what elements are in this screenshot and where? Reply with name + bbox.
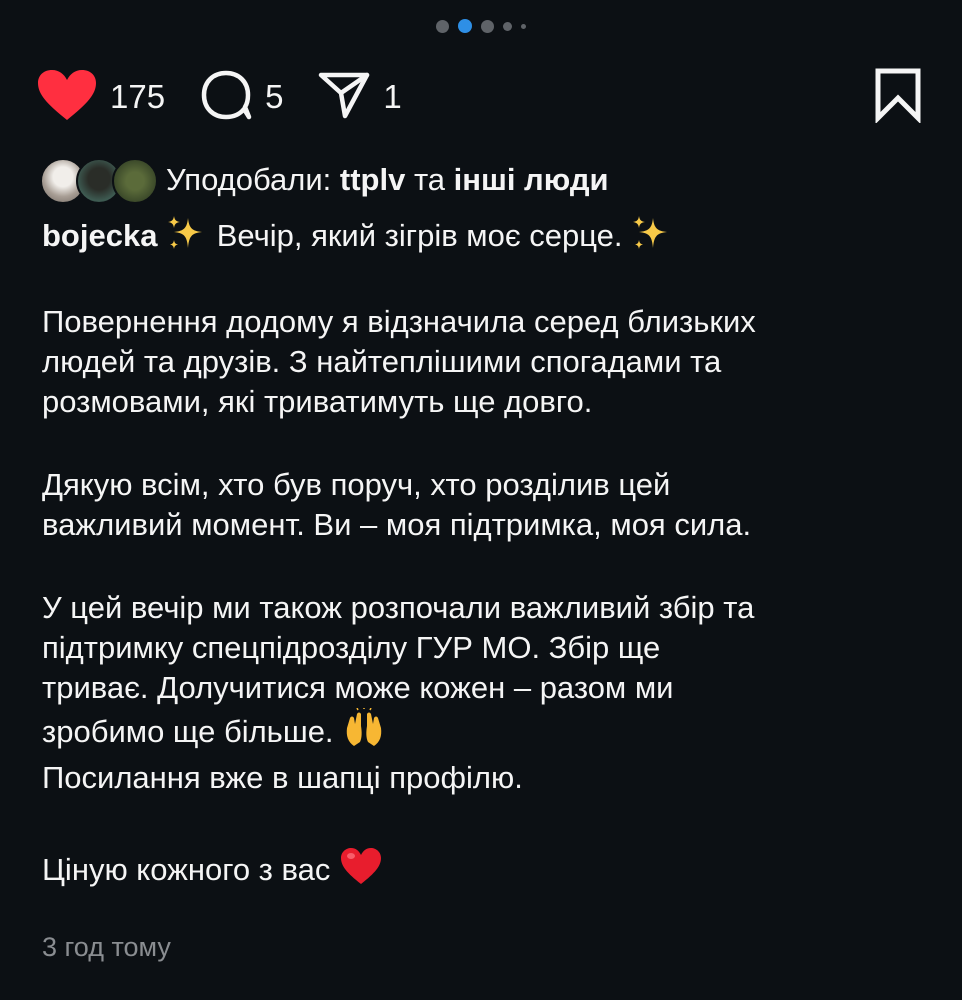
carousel-indicator — [0, 19, 962, 33]
sparkles-icon — [631, 214, 673, 262]
carousel-dot — [481, 19, 494, 33]
liked-by-others-link[interactable]: інші люди — [454, 162, 609, 198]
caption-line: Повернення додому я відзначила серед бли… — [42, 304, 756, 339]
share-icon — [317, 69, 371, 126]
caption-line: У цей вечір ми також розпочали важливий … — [42, 590, 755, 625]
post-caption: bojecka Вечір, який зігрів моє серце. По… — [42, 214, 922, 896]
caption-line: людей та друзів. З найтеплішими спогадам… — [42, 344, 722, 379]
post-timestamp: 3 год тому — [42, 932, 171, 962]
caption-line: підтримку спецпідрозділу ГУР МО. Збір ще — [42, 630, 661, 665]
caption-line-text: зробимо ще більше. — [42, 714, 343, 749]
liker-avatars[interactable] — [40, 156, 158, 204]
caption-username[interactable]: bojecka — [42, 218, 157, 253]
share-button[interactable]: 1 — [317, 69, 402, 126]
shares-count: 1 — [383, 78, 402, 115]
bookmark-icon[interactable] — [874, 67, 922, 128]
red-heart-icon — [339, 846, 383, 896]
caption-line: Посилання вже в шапці профілю. — [42, 760, 523, 795]
caption-line: Ціную кожного з вас — [42, 846, 922, 896]
caption-line-text: Ціную кожного з вас — [42, 852, 339, 887]
carousel-dot-active — [458, 19, 472, 33]
raised-hands-icon — [342, 707, 386, 758]
like-button[interactable]: 175 — [36, 68, 165, 127]
caption-line: зробимо ще більше. — [42, 707, 922, 758]
caption-line: важливий момент. Ви – моя підтримка, моя… — [42, 507, 752, 542]
caption-line: розмовами, які триватимуть ще довго. — [42, 384, 593, 419]
carousel-dot — [436, 19, 449, 33]
comment-button[interactable]: 5 — [199, 69, 283, 126]
carousel-dot — [521, 23, 526, 29]
likes-count: 175 — [110, 78, 166, 115]
liked-by-connector: та — [405, 162, 454, 197]
carousel-dot — [503, 21, 512, 31]
sparkles-icon — [166, 214, 208, 262]
caption-line: триває. Долучитися може кожен – разом ми — [42, 670, 674, 705]
comment-icon — [199, 69, 253, 126]
liked-by-user-link[interactable]: ttplv — [340, 162, 405, 198]
avatar — [112, 158, 158, 204]
caption-title: Вечір, який зігрів моє серце. — [208, 218, 632, 253]
caption-line: Дякую всім, хто був поруч, хто розділив … — [42, 467, 671, 502]
heart-icon — [36, 68, 98, 127]
action-bar: 175 5 1 — [36, 68, 922, 126]
comments-count: 5 — [265, 78, 284, 115]
liked-by-prefix: Уподобали: — [166, 162, 340, 197]
liked-by-row: Уподобали: ttplv та інші люди — [40, 156, 609, 204]
